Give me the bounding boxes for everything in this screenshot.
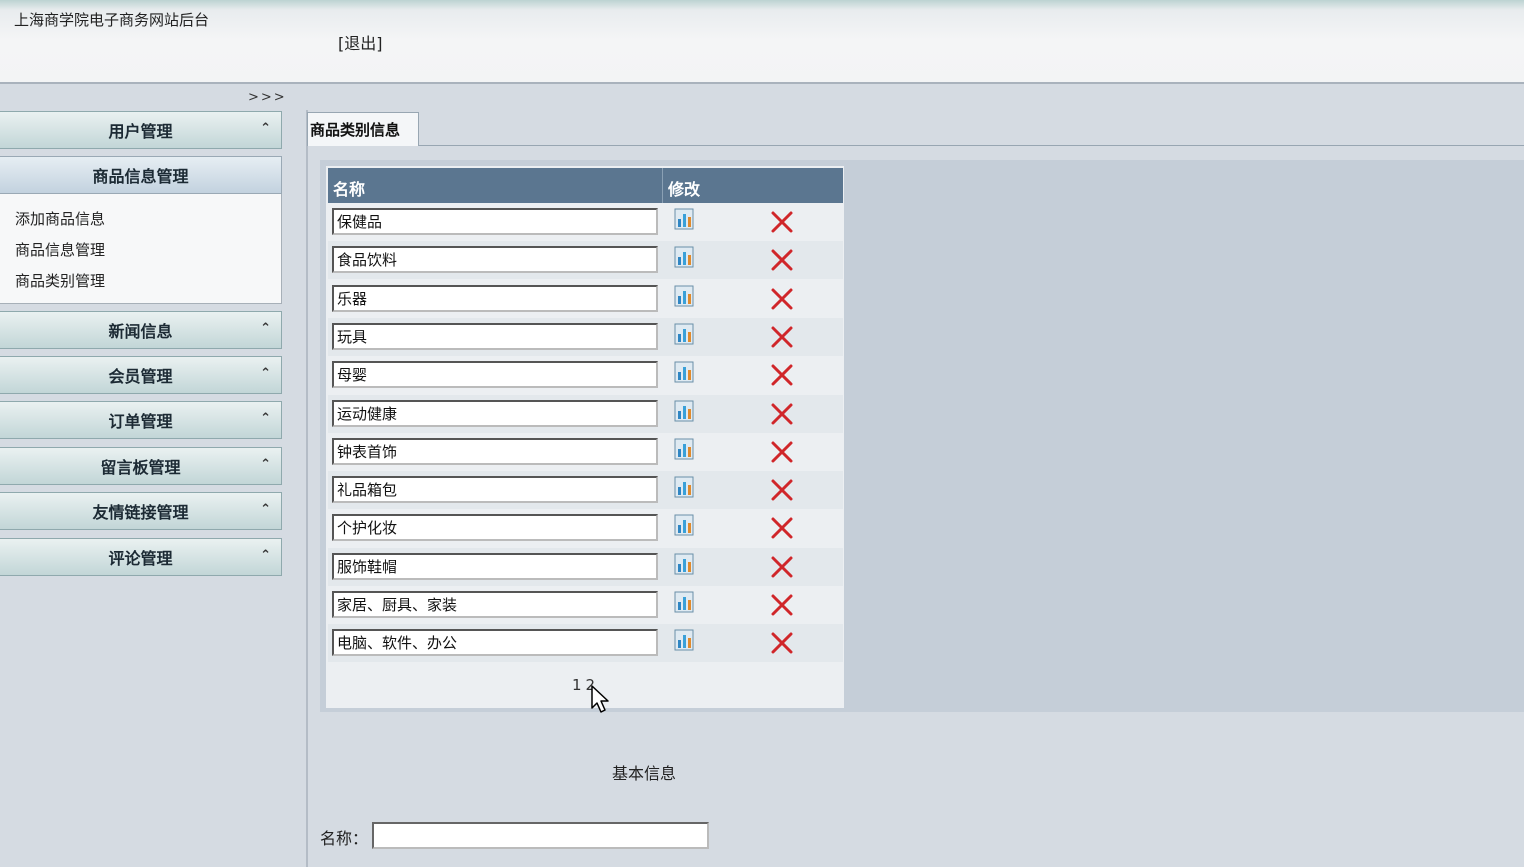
menu-product-management[interactable]: 商品信息管理 xyxy=(0,156,282,194)
submenu-product-category[interactable]: 商品类别管理 xyxy=(15,270,105,291)
table-header: 名称 修改 xyxy=(328,168,843,203)
column-header-edit: 修改 xyxy=(668,180,701,199)
delete-x-icon[interactable] xyxy=(770,363,794,387)
edit-chart-icon[interactable] xyxy=(674,246,694,268)
menu-label: 评论管理 xyxy=(108,549,173,568)
table-row xyxy=(328,203,843,241)
tab-category-info[interactable]: 商品类别信息 xyxy=(307,112,419,146)
chevron-up-icon: ⌃ xyxy=(260,457,271,472)
site-title: 上海商学院电子商务网站后台 xyxy=(14,11,210,29)
menu-label: 会员管理 xyxy=(108,367,173,386)
delete-x-icon[interactable] xyxy=(770,555,794,579)
sidebar-toggle[interactable]: >>> xyxy=(248,90,287,105)
edit-chart-icon[interactable] xyxy=(674,476,694,498)
category-name-input[interactable] xyxy=(332,437,658,465)
chevron-up-icon: ⌃ xyxy=(260,502,271,517)
table-row xyxy=(328,241,843,280)
delete-x-icon[interactable] xyxy=(770,631,794,655)
edit-chart-icon[interactable] xyxy=(674,438,694,460)
menu-news[interactable]: 新闻信息 ⌃ xyxy=(0,311,282,349)
delete-x-icon[interactable] xyxy=(770,210,794,234)
edit-chart-icon[interactable] xyxy=(674,285,694,307)
delete-x-icon[interactable] xyxy=(770,287,794,311)
menu-orders[interactable]: 订单管理 ⌃ xyxy=(0,401,282,439)
table-row xyxy=(328,280,843,318)
category-name-input[interactable] xyxy=(332,552,658,580)
chevron-up-icon: ⌃ xyxy=(260,321,271,336)
delete-x-icon[interactable] xyxy=(770,516,794,540)
name-field-label: 名称： xyxy=(320,829,369,848)
delete-x-icon[interactable] xyxy=(770,478,794,502)
submenu-add-product[interactable]: 添加商品信息 xyxy=(15,208,105,229)
page-link-1[interactable]: 1 xyxy=(572,676,586,694)
edit-chart-icon[interactable] xyxy=(674,514,694,536)
table-row xyxy=(328,317,843,356)
table-row xyxy=(328,471,843,510)
category-name-input[interactable] xyxy=(332,629,658,657)
menu-label: 商品信息管理 xyxy=(92,167,189,186)
section-title-basic-info: 基本信息 xyxy=(612,764,677,783)
main-divider xyxy=(306,110,308,867)
logout-link[interactable]: [退出] xyxy=(338,30,383,54)
submenu-product: 添加商品信息 商品信息管理 商品类别管理 xyxy=(0,194,282,304)
delete-x-icon[interactable] xyxy=(770,440,794,464)
category-name-input[interactable] xyxy=(332,246,658,274)
edit-chart-icon[interactable] xyxy=(674,361,694,383)
chevron-up-icon: ⌃ xyxy=(260,121,271,136)
category-name-input[interactable] xyxy=(332,514,658,542)
chevron-up-icon: ⌃ xyxy=(260,411,271,426)
category-name-input[interactable] xyxy=(332,208,658,235)
column-header-name: 名称 xyxy=(333,180,366,199)
menu-label: 新闻信息 xyxy=(108,322,173,341)
table-row xyxy=(328,586,843,624)
menu-label: 友情链接管理 xyxy=(92,503,189,522)
table-row xyxy=(328,394,843,433)
delete-x-icon[interactable] xyxy=(770,402,794,426)
table-row xyxy=(328,624,843,663)
delete-x-icon[interactable] xyxy=(770,248,794,272)
delete-x-icon[interactable] xyxy=(770,593,794,617)
table-row xyxy=(328,433,843,471)
mouse-cursor-icon xyxy=(591,685,609,713)
menu-guestbook[interactable]: 留言板管理 ⌃ xyxy=(0,447,282,485)
delete-x-icon[interactable] xyxy=(770,325,794,349)
category-name-input[interactable] xyxy=(332,399,658,427)
menu-label: 订单管理 xyxy=(108,412,173,431)
edit-chart-icon[interactable] xyxy=(674,553,694,575)
menu-links[interactable]: 友情链接管理 ⌃ xyxy=(0,492,282,530)
category-name-input[interactable] xyxy=(332,322,658,350)
chevron-up-icon: ⌃ xyxy=(260,366,271,381)
table-row xyxy=(328,356,843,394)
menu-user-management[interactable]: 用户管理 ⌃ xyxy=(0,111,282,149)
table-row xyxy=(328,509,843,547)
menu-label: 用户管理 xyxy=(108,122,173,141)
table-row xyxy=(328,547,843,586)
category-name-input[interactable] xyxy=(332,284,658,312)
name-field[interactable] xyxy=(372,822,709,849)
edit-chart-icon[interactable] xyxy=(674,323,694,345)
edit-chart-icon[interactable] xyxy=(674,591,694,613)
menu-label: 留言板管理 xyxy=(100,458,181,477)
chevron-up-icon: ⌃ xyxy=(260,548,271,563)
edit-chart-icon[interactable] xyxy=(674,629,694,651)
menu-members[interactable]: 会员管理 ⌃ xyxy=(0,356,282,394)
submenu-product-info[interactable]: 商品信息管理 xyxy=(15,239,105,260)
category-name-input[interactable] xyxy=(332,361,658,389)
menu-comments[interactable]: 评论管理 ⌃ xyxy=(0,538,282,576)
category-name-input[interactable] xyxy=(332,591,658,618)
header-bar: 上海商学院电子商务网站后台 [退出] xyxy=(0,0,1524,84)
edit-chart-icon[interactable] xyxy=(674,400,694,422)
tab-underline xyxy=(418,145,1524,146)
column-separator xyxy=(662,168,663,203)
edit-chart-icon[interactable] xyxy=(674,208,694,230)
category-name-input[interactable] xyxy=(332,476,658,504)
